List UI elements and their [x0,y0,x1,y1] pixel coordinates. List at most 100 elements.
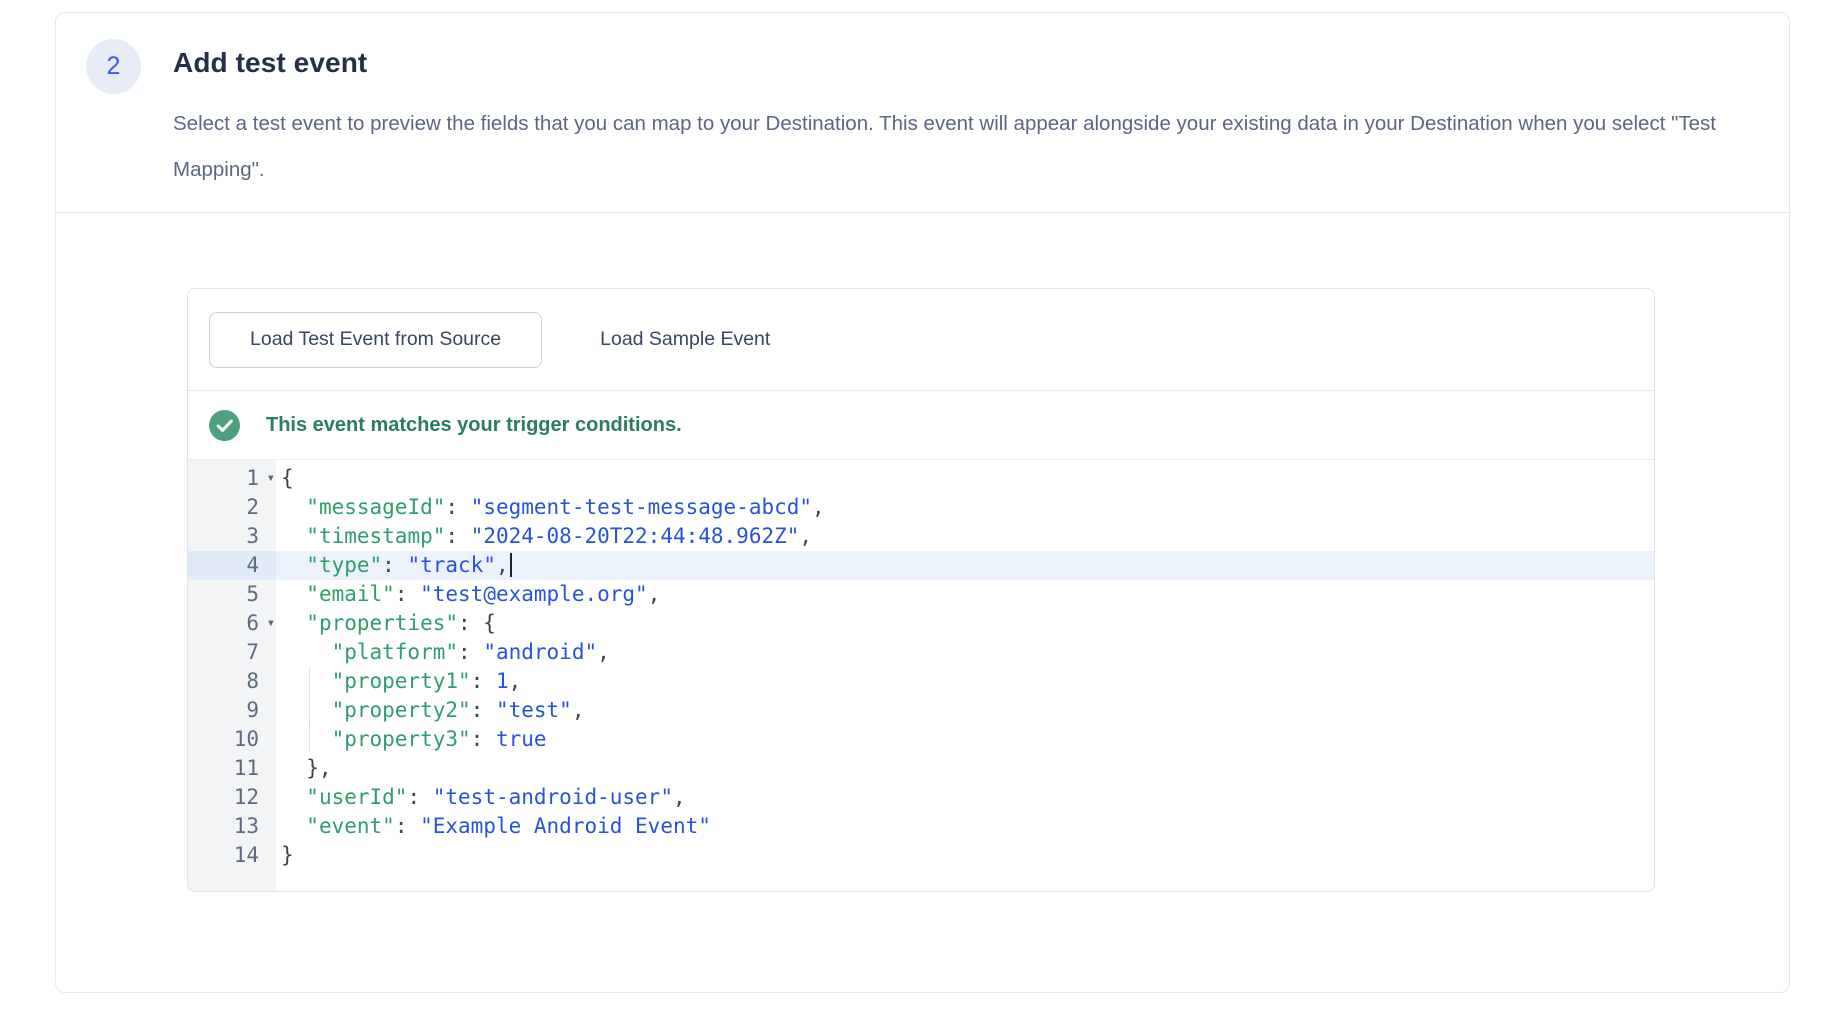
code-content[interactable]: "userId": "test-android-user", [276,783,1654,812]
json-punctuation: : [445,495,470,519]
code-content[interactable]: "messageId": "segment-test-message-abcd"… [276,493,1654,522]
code-content[interactable]: { [276,464,1654,493]
json-punctuation: : [382,553,407,577]
test-event-panel: Load Test Event from Source Load Sample … [187,288,1655,892]
line-number: 9 [188,696,276,725]
code-content[interactable]: "email": "test@example.org", [276,580,1654,609]
code-line[interactable]: 7 "platform": "android", [188,638,1654,667]
code-content[interactable]: "property1": 1, [276,667,1654,696]
load-sample-event-button[interactable]: Load Sample Event [600,328,770,351]
json-key: "property1" [332,669,471,693]
json-punctuation [281,727,332,751]
json-punctuation [281,669,332,693]
indent-guide [309,667,310,696]
code-content[interactable]: }, [276,754,1654,783]
json-punctuation: : [471,698,496,722]
code-line[interactable]: 9 "property2": "test", [188,696,1654,725]
code-line[interactable]: 5 "email": "test@example.org", [188,580,1654,609]
json-value: "test-android-user" [433,785,673,809]
code-background[interactable] [276,870,1654,891]
code-line[interactable]: 4 "type": "track", [188,551,1654,580]
code-content[interactable]: "properties": { [276,609,1654,638]
code-content[interactable]: "platform": "android", [276,638,1654,667]
code-content[interactable]: "property2": "test", [276,696,1654,725]
add-test-event-card: 2 Add test event Select a test event to … [55,12,1790,993]
json-punctuation: : [458,640,483,664]
json-punctuation: , [673,785,686,809]
line-number: 7 [188,638,276,667]
json-value: 1 [496,669,509,693]
json-punctuation [281,495,306,519]
json-value: "2024-08-20T22:44:48.962Z" [471,524,800,548]
code-content[interactable]: "event": "Example Android Event" [276,812,1654,841]
json-key: "type" [306,553,382,577]
json-punctuation: , [597,640,610,664]
json-punctuation: }, [281,756,332,780]
code-line[interactable]: 1▾{ [188,464,1654,493]
code-line[interactable]: 8 "property1": 1, [188,667,1654,696]
json-punctuation: , [509,669,522,693]
step-header: 2 Add test event Select a test event to … [56,13,1789,213]
json-value: "android" [483,640,597,664]
code-line[interactable]: 10 "property3": true [188,725,1654,754]
code-line[interactable]: 2 "messageId": "segment-test-message-abc… [188,493,1654,522]
json-punctuation: , [648,582,661,606]
json-punctuation [281,582,306,606]
json-punctuation: , [812,495,825,519]
code-line[interactable]: 14} [188,841,1654,870]
code-line[interactable]: 12 "userId": "test-android-user", [188,783,1654,812]
json-punctuation: , [799,524,812,548]
json-punctuation [281,611,306,635]
line-number: 3 [188,522,276,551]
json-punctuation: , [572,698,585,722]
json-value: "Example Android Event" [420,814,711,838]
step-title: Add test event [173,39,1744,79]
check-circle-icon [209,410,240,441]
editor-gutter-spacer [188,870,1654,891]
json-value: "segment-test-message-abcd" [471,495,812,519]
code-line[interactable]: 6▾ "properties": { [188,609,1654,638]
line-number: 11 [188,754,276,783]
status-message: This event matches your trigger conditio… [266,414,682,437]
json-key: "property2" [332,698,471,722]
json-value: "test" [496,698,572,722]
event-source-toolbar: Load Test Event from Source Load Sample … [188,289,1654,391]
json-punctuation: , [496,553,509,577]
line-number: 10 [188,725,276,754]
json-key: "event" [306,814,395,838]
line-number: 4 [188,551,276,580]
json-punctuation: } [281,843,294,867]
line-number: 12 [188,783,276,812]
json-value: "test@example.org" [420,582,648,606]
code-content[interactable]: "property3": true [276,725,1654,754]
json-punctuation [281,553,306,577]
line-number: 8 [188,667,276,696]
code-line[interactable]: 13 "event": "Example Android Event" [188,812,1654,841]
line-number: 1▾ [188,464,276,493]
json-punctuation: : [395,814,420,838]
json-key: "platform" [332,640,458,664]
json-editor[interactable]: 1▾{2 "messageId": "segment-test-message-… [188,459,1654,891]
code-line[interactable]: 3 "timestamp": "2024-08-20T22:44:48.962Z… [188,522,1654,551]
json-key: "userId" [306,785,407,809]
code-line[interactable]: 11 }, [188,754,1654,783]
json-value: "track" [407,553,496,577]
code-content[interactable]: "timestamp": "2024-08-20T22:44:48.962Z", [276,522,1654,551]
json-key: "messageId" [306,495,445,519]
step-body: Load Test Event from Source Load Sample … [56,213,1789,892]
json-value: true [496,727,547,751]
json-key: "property3" [332,727,471,751]
json-punctuation [281,524,306,548]
fold-caret-icon[interactable]: ▾ [259,464,275,493]
step-number-badge: 2 [86,39,141,94]
fold-caret-icon[interactable]: ▾ [259,609,275,638]
json-punctuation: : { [458,611,496,635]
json-key: "email" [306,582,395,606]
code-content[interactable]: "type": "track", [276,551,1654,580]
code-content[interactable]: } [276,841,1654,870]
line-number: 14 [188,841,276,870]
step-description: Select a test event to preview the field… [173,101,1744,193]
text-cursor [510,553,512,577]
load-test-event-button[interactable]: Load Test Event from Source [209,312,542,368]
json-punctuation: : [395,582,420,606]
